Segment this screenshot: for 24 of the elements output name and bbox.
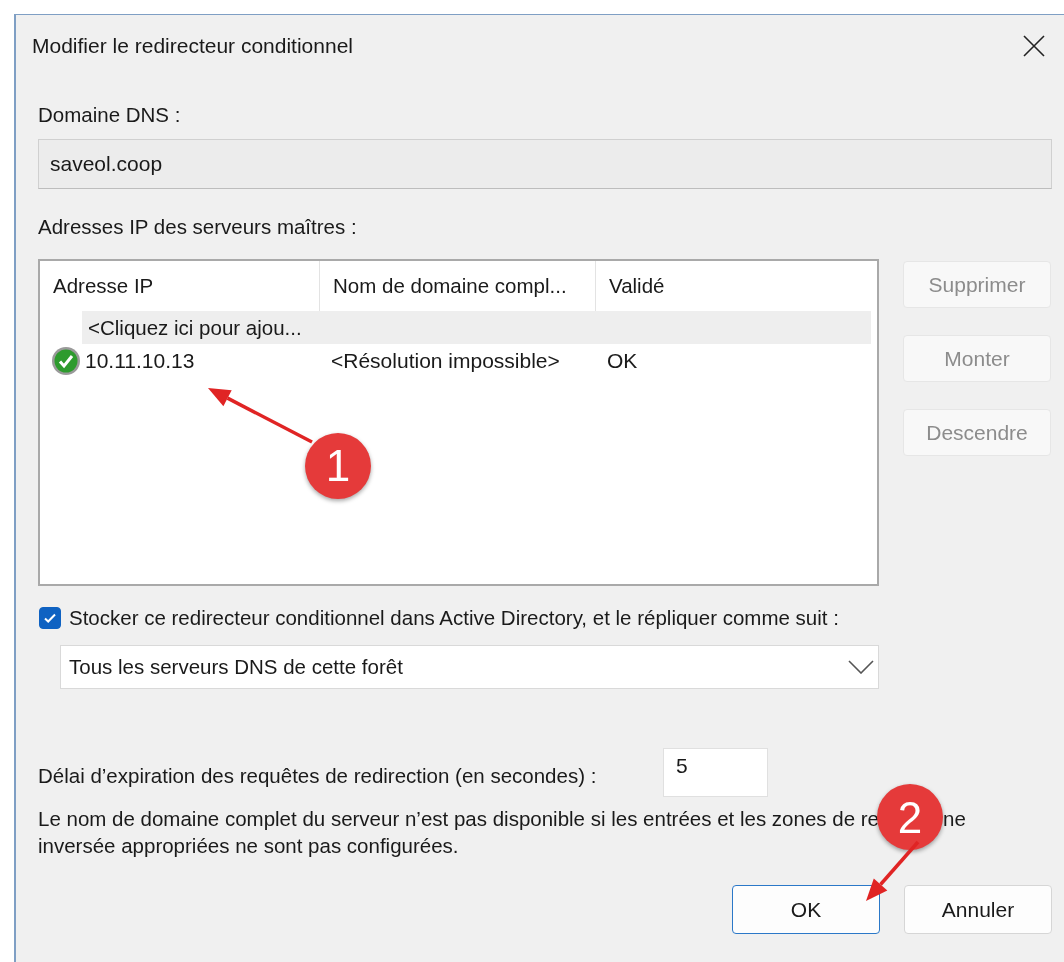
checkbox-label: Stocker ce redirecteur conditionnel dans Active Directory, et le répliquer comme suit :: [69, 606, 839, 630]
replication-dropdown[interactable]: Tous les serveurs DNS de cette forêt: [60, 645, 879, 689]
table-cell: 10.11.10.13: [85, 349, 195, 373]
note-text: inversée appropriées ne sont pas configurées.: [38, 833, 460, 859]
column-header[interactable]: Validé: [596, 261, 877, 311]
table-cell: OK: [607, 349, 638, 373]
domain-field[interactable]: saveol.coop: [38, 139, 1052, 189]
add-row[interactable]: <Cliquez ici pour ajou...: [82, 311, 871, 344]
close-icon: [1023, 35, 1045, 57]
note-text: ne: [943, 806, 966, 832]
field-label: Domaine DNS :: [38, 103, 182, 127]
window-title: Modifier le redirecteur conditionnel: [32, 34, 353, 58]
list-label: Adresses IP des serveurs maîtres :: [38, 215, 358, 239]
annotation-arrow: [866, 840, 920, 901]
timeout-label: Délai d’expiration des requêtes de redirection (en secondes) :: [38, 762, 598, 788]
note-text: Le nom de domaine complet du serveur n’est pas disponible si les entrées et les zones de re: [38, 806, 879, 832]
dialog-button[interactable]: Annuler: [904, 885, 1052, 934]
timeout-field[interactable]: 5: [663, 748, 768, 797]
chevron-down-icon: [848, 660, 874, 674]
annotation-marker: 2: [877, 784, 943, 850]
server-row[interactable]: 10.11.10.13 <Résolution impossible> OK: [40, 344, 871, 378]
checkbox[interactable]: [39, 607, 61, 629]
dialog-button[interactable]: OK: [732, 885, 880, 934]
table-cell: <Résolution impossible>: [331, 349, 560, 373]
